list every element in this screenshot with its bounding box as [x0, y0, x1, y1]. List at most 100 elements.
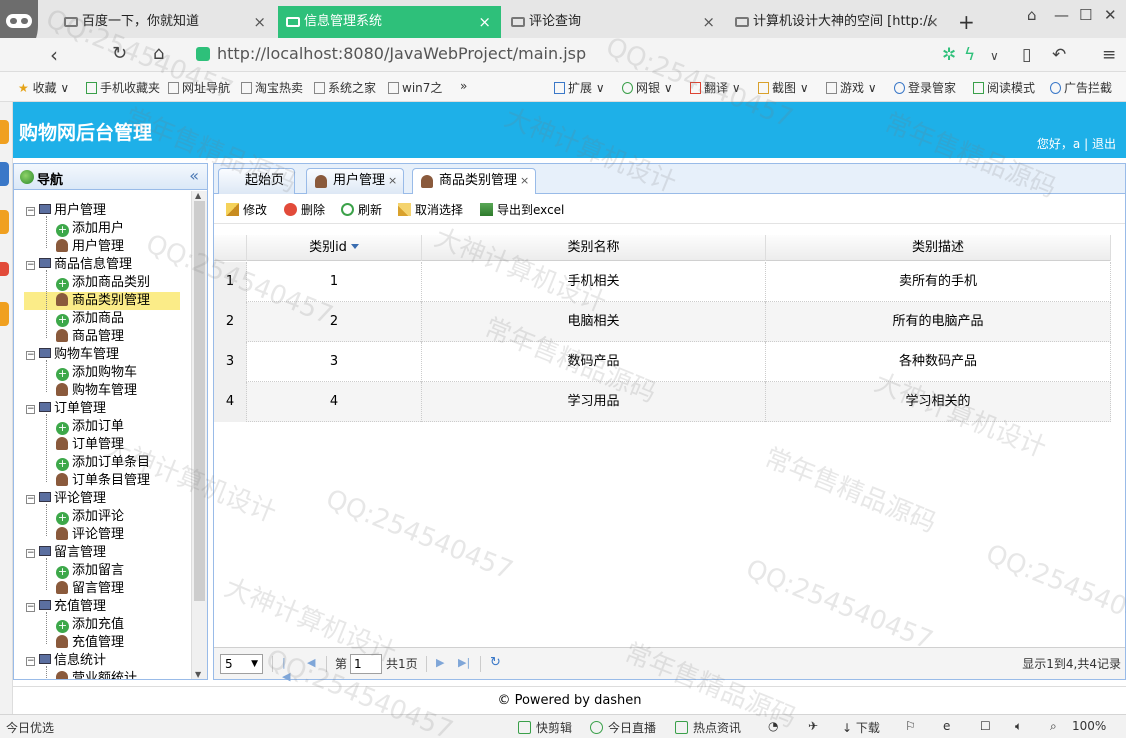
last-page-icon[interactable]: ▶|: [458, 656, 470, 670]
nav-item[interactable]: 评论管理: [56, 526, 124, 544]
nav-item[interactable]: 充值管理: [56, 634, 124, 652]
dropdown-icon[interactable]: ∨: [990, 49, 999, 63]
tab-close-icon[interactable]: ×: [702, 6, 715, 38]
first-page-icon[interactable]: |◀: [282, 656, 294, 683]
bookmark-xitong[interactable]: 系统之家: [314, 79, 376, 96]
status-quick-edit[interactable]: 快剪辑: [518, 719, 572, 736]
tab-start-page[interactable]: 起始页: [218, 168, 296, 194]
refresh-button[interactable]: 刷新: [341, 201, 382, 218]
next-page-icon[interactable]: ▶: [436, 656, 448, 670]
status-sound-icon[interactable]: 🔈︎: [1015, 719, 1022, 734]
nav-group[interactable]: − 商品信息管理: [26, 256, 132, 274]
nav-group[interactable]: − 充值管理: [26, 598, 106, 616]
status-daily-picks[interactable]: 今日优选: [6, 719, 54, 736]
status-download[interactable]: ↓ 下载: [842, 719, 880, 736]
undo-icon[interactable]: ↶: [1052, 45, 1066, 65]
maximize-icon[interactable]: ☐: [1079, 6, 1092, 24]
column-header-name[interactable]: 类别名称: [422, 235, 766, 261]
minimize-icon[interactable]: —: [1054, 6, 1069, 24]
lightning-icon[interactable]: ϟ: [964, 45, 975, 65]
bookmark-favorites[interactable]: ★ 收藏 ∨: [18, 79, 69, 96]
tab-close-icon[interactable]: ×: [926, 6, 939, 38]
nav-item[interactable]: + 添加充值: [56, 616, 124, 634]
reload-grid-icon[interactable]: ↻: [490, 656, 502, 670]
bookmark-login-manager[interactable]: 登录管家: [894, 79, 956, 96]
phone-icon[interactable]: ▯: [1022, 45, 1031, 65]
nav-item[interactable]: + 添加评论: [56, 508, 124, 526]
collapse-left-icon[interactable]: «: [189, 166, 199, 185]
reload-icon[interactable]: ↻: [112, 43, 127, 64]
status-live[interactable]: 今日直播: [590, 719, 656, 736]
table-row[interactable]: 3 3 数码产品 各种数码产品: [214, 342, 1111, 382]
menu-icon[interactable]: ≡: [1102, 45, 1116, 65]
bookmark-extensions[interactable]: 扩展 ∨: [554, 79, 605, 96]
nav-item[interactable]: + 添加用户: [56, 220, 124, 238]
tab-user-management[interactable]: 用户管理 ×: [306, 168, 405, 194]
nav-group[interactable]: − 用户管理: [26, 202, 106, 220]
side-app-icon[interactable]: [0, 120, 9, 144]
nav-item[interactable]: 用户管理: [56, 238, 124, 256]
status-ie-icon[interactable]: e: [943, 719, 950, 733]
bookmark-win7[interactable]: win7之: [388, 79, 442, 96]
nav-group[interactable]: − 评论管理: [26, 490, 106, 508]
tab-close-icon[interactable]: ×: [388, 174, 397, 187]
scroll-down-icon[interactable]: ▼: [195, 670, 201, 679]
bookmark-taobao[interactable]: 淘宝热卖: [241, 79, 303, 96]
bookmark-mobile[interactable]: 手机收藏夹: [86, 79, 160, 96]
skin-icon[interactable]: ⌂: [1027, 6, 1037, 24]
status-zoom-icon[interactable]: ⌕: [1050, 719, 1057, 734]
tab-close-icon[interactable]: ×: [520, 174, 529, 187]
refresh-speed-icon[interactable]: ✲: [942, 45, 956, 65]
nav-item[interactable]: 购物车管理: [56, 382, 137, 400]
nav-item[interactable]: + 添加购物车: [56, 364, 137, 382]
nav-item[interactable]: 订单条目管理: [56, 472, 150, 490]
collapse-toggle-icon[interactable]: −: [26, 495, 35, 504]
bookmark-bank[interactable]: 网银 ∨: [622, 79, 673, 96]
nav-item[interactable]: + 添加订单条目: [56, 454, 150, 472]
side-app-icon[interactable]: [0, 302, 9, 326]
tab-close-icon[interactable]: ×: [253, 6, 266, 38]
nav-group[interactable]: − 订单管理: [26, 400, 106, 418]
status-tool-icon[interactable]: ✈: [808, 719, 818, 733]
bookmark-reading-mode[interactable]: 阅读模式: [973, 79, 1035, 96]
status-zoom[interactable]: 100%: [1072, 719, 1106, 733]
close-window-icon[interactable]: ✕: [1104, 6, 1117, 24]
side-app-icon[interactable]: [0, 162, 9, 186]
nav-item[interactable]: + 添加留言: [56, 562, 124, 580]
status-speed-icon[interactable]: ◔: [768, 719, 778, 733]
side-app-icon[interactable]: [0, 262, 9, 276]
url-field[interactable]: http://localhost:8080/JavaWebProject/mai…: [190, 42, 1010, 68]
column-header-id[interactable]: 类别id: [247, 235, 422, 261]
browser-tab-comment-query[interactable]: 评论查询 ×: [503, 6, 725, 38]
edit-button[interactable]: 修改: [226, 201, 267, 218]
tab-category-management[interactable]: 商品类别管理 ×: [412, 168, 537, 195]
status-hot-news[interactable]: 热点资讯: [675, 719, 741, 736]
nav-group[interactable]: − 留言管理: [26, 544, 106, 562]
nav-item[interactable]: + 添加订单: [56, 418, 124, 436]
nav-item[interactable]: 营业额统计: [56, 670, 137, 679]
nav-item[interactable]: 商品管理: [56, 328, 124, 346]
browser-tab-info-system[interactable]: 信息管理系统 ×: [278, 6, 501, 38]
column-header-desc[interactable]: 类别描述: [766, 235, 1111, 261]
nav-scrollbar[interactable]: ▲ ▼: [191, 191, 207, 679]
side-app-icon[interactable]: [0, 210, 9, 234]
scroll-up-icon[interactable]: ▲: [195, 191, 201, 200]
table-row[interactable]: 2 2 电脑相关 所有的电脑产品: [214, 302, 1111, 342]
cancel-select-button[interactable]: 取消选择: [398, 201, 463, 218]
nav-item[interactable]: 留言管理: [56, 580, 124, 598]
browser-tab-baidu[interactable]: 百度一下，你就知道 ×: [56, 6, 276, 38]
bookmark-adblock[interactable]: 广告拦截: [1050, 79, 1112, 96]
collapse-toggle-icon[interactable]: −: [26, 549, 35, 558]
new-tab-icon[interactable]: +: [958, 10, 975, 34]
bookmark-nav[interactable]: 网址导航: [168, 79, 230, 96]
bookmark-translate[interactable]: 翻译 ∨: [690, 79, 741, 96]
nav-group[interactable]: − 信息统计: [26, 652, 106, 670]
collapse-toggle-icon[interactable]: −: [26, 207, 35, 216]
prev-page-icon[interactable]: ◀: [307, 656, 319, 670]
scroll-thumb[interactable]: [194, 201, 205, 601]
nav-item[interactable]: + 添加商品: [56, 310, 124, 328]
nav-item[interactable]: + 添加商品类别: [56, 274, 150, 292]
export-excel-button[interactable]: 导出到excel: [480, 201, 564, 218]
status-window-icon[interactable]: ☐: [980, 719, 991, 733]
nav-item[interactable]: 商品类别管理: [24, 292, 180, 310]
